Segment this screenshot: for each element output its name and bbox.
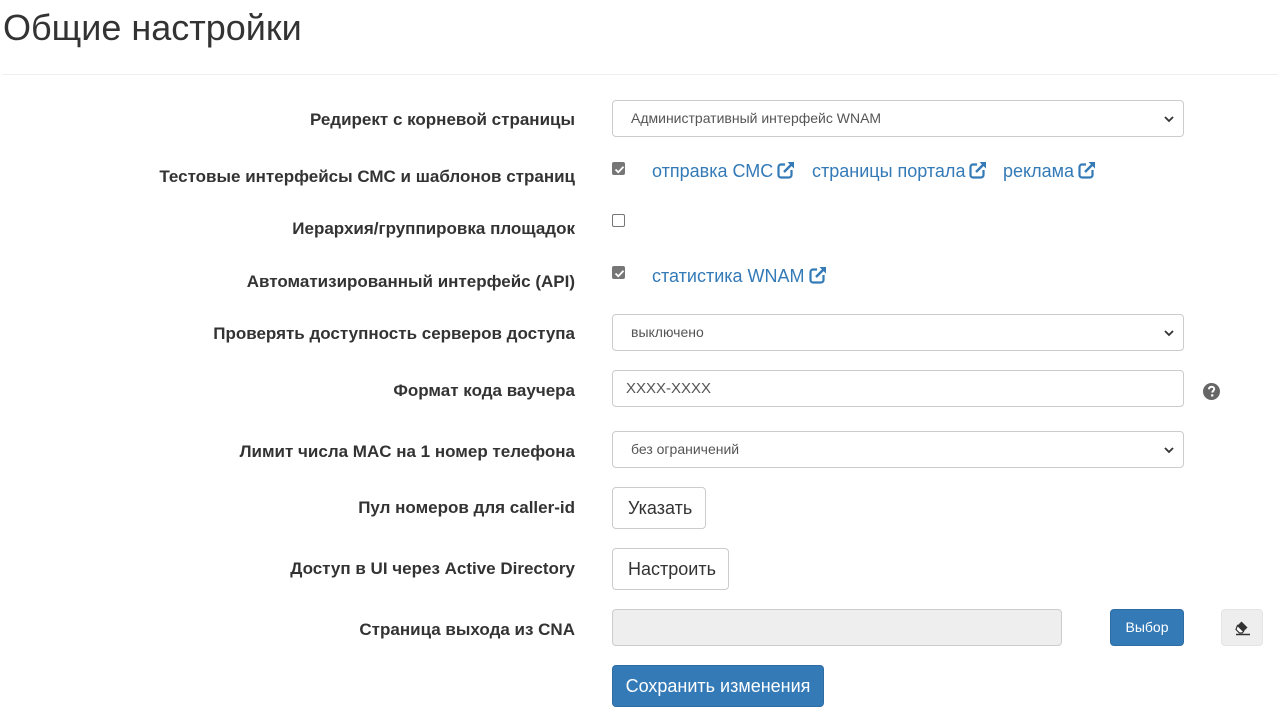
divider xyxy=(3,74,1278,75)
hierarchy-label: Иерархия/группировка площадок xyxy=(292,219,575,238)
external-link-icon xyxy=(1078,161,1096,179)
api-label: Автоматизированный интерфейс (API) xyxy=(246,272,575,291)
test-interfaces-label: Тестовые интерфейсы СМС и шаблонов стран… xyxy=(159,167,575,186)
hierarchy-checkbox[interactable] xyxy=(612,214,625,227)
mac-limit-select[interactable]: без ограничений xyxy=(612,431,1184,468)
eraser-icon xyxy=(1235,621,1250,636)
active-directory-label: Доступ в UI через Active Directory xyxy=(290,559,575,578)
caller-id-pool-label: Пул номеров для caller-id xyxy=(358,498,575,517)
mac-limit-label: Лимит числа MAC на 1 номер телефона xyxy=(239,442,575,461)
test-interfaces-checkbox[interactable] xyxy=(612,162,625,175)
wnam-stats-link-text: статистика WNAM xyxy=(652,266,805,286)
check-servers-select-value: выключено xyxy=(631,324,704,340)
check-icon xyxy=(614,166,625,174)
check-servers-label: Проверять доступность серверов доступа xyxy=(213,324,575,343)
external-link-icon xyxy=(969,161,988,179)
chevron-down-icon xyxy=(1164,116,1174,123)
cna-exit-label: Страница выхода из CNA xyxy=(359,620,575,639)
external-link-icon xyxy=(808,266,827,284)
api-checkbox[interactable] xyxy=(612,266,625,279)
sms-send-link[interactable]: отправка СМС xyxy=(652,160,796,182)
redirect-select[interactable]: Административный интерфейс WNAM xyxy=(612,100,1184,137)
chevron-down-icon xyxy=(1164,447,1174,454)
voucher-format-label: Формат кода ваучера xyxy=(393,381,575,400)
portal-pages-link[interactable]: страницы портала xyxy=(812,160,988,182)
ads-link[interactable]: реклама xyxy=(1003,160,1096,182)
wnam-stats-link[interactable]: статистика WNAM xyxy=(652,265,827,287)
mac-limit-select-value: без ограничений xyxy=(631,441,740,457)
ads-link-text: реклама xyxy=(1003,161,1074,181)
external-link-icon xyxy=(777,161,796,179)
check-servers-select[interactable]: выключено xyxy=(612,314,1184,351)
choose-button[interactable]: Выбор xyxy=(1110,609,1184,646)
specify-button[interactable]: Указать xyxy=(612,487,706,529)
clear-button[interactable] xyxy=(1221,609,1263,646)
chevron-down-icon xyxy=(1164,330,1174,337)
save-changes-button[interactable]: Сохранить изменения xyxy=(612,665,824,707)
configure-button[interactable]: Настроить xyxy=(612,548,729,590)
page-title: Общие настройки xyxy=(3,7,302,48)
question-circle-icon[interactable] xyxy=(1203,383,1220,400)
redirect-label: Редирект с корневой страницы xyxy=(309,110,575,129)
check-icon xyxy=(614,270,625,278)
voucher-format-input[interactable]: XXXX-XXXX xyxy=(612,370,1184,407)
redirect-select-value: Административный интерфейс WNAM xyxy=(631,110,882,126)
sms-send-link-text: отправка СМС xyxy=(652,161,774,181)
cna-exit-input[interactable] xyxy=(612,609,1062,646)
portal-pages-link-text: страницы портала xyxy=(812,161,966,181)
